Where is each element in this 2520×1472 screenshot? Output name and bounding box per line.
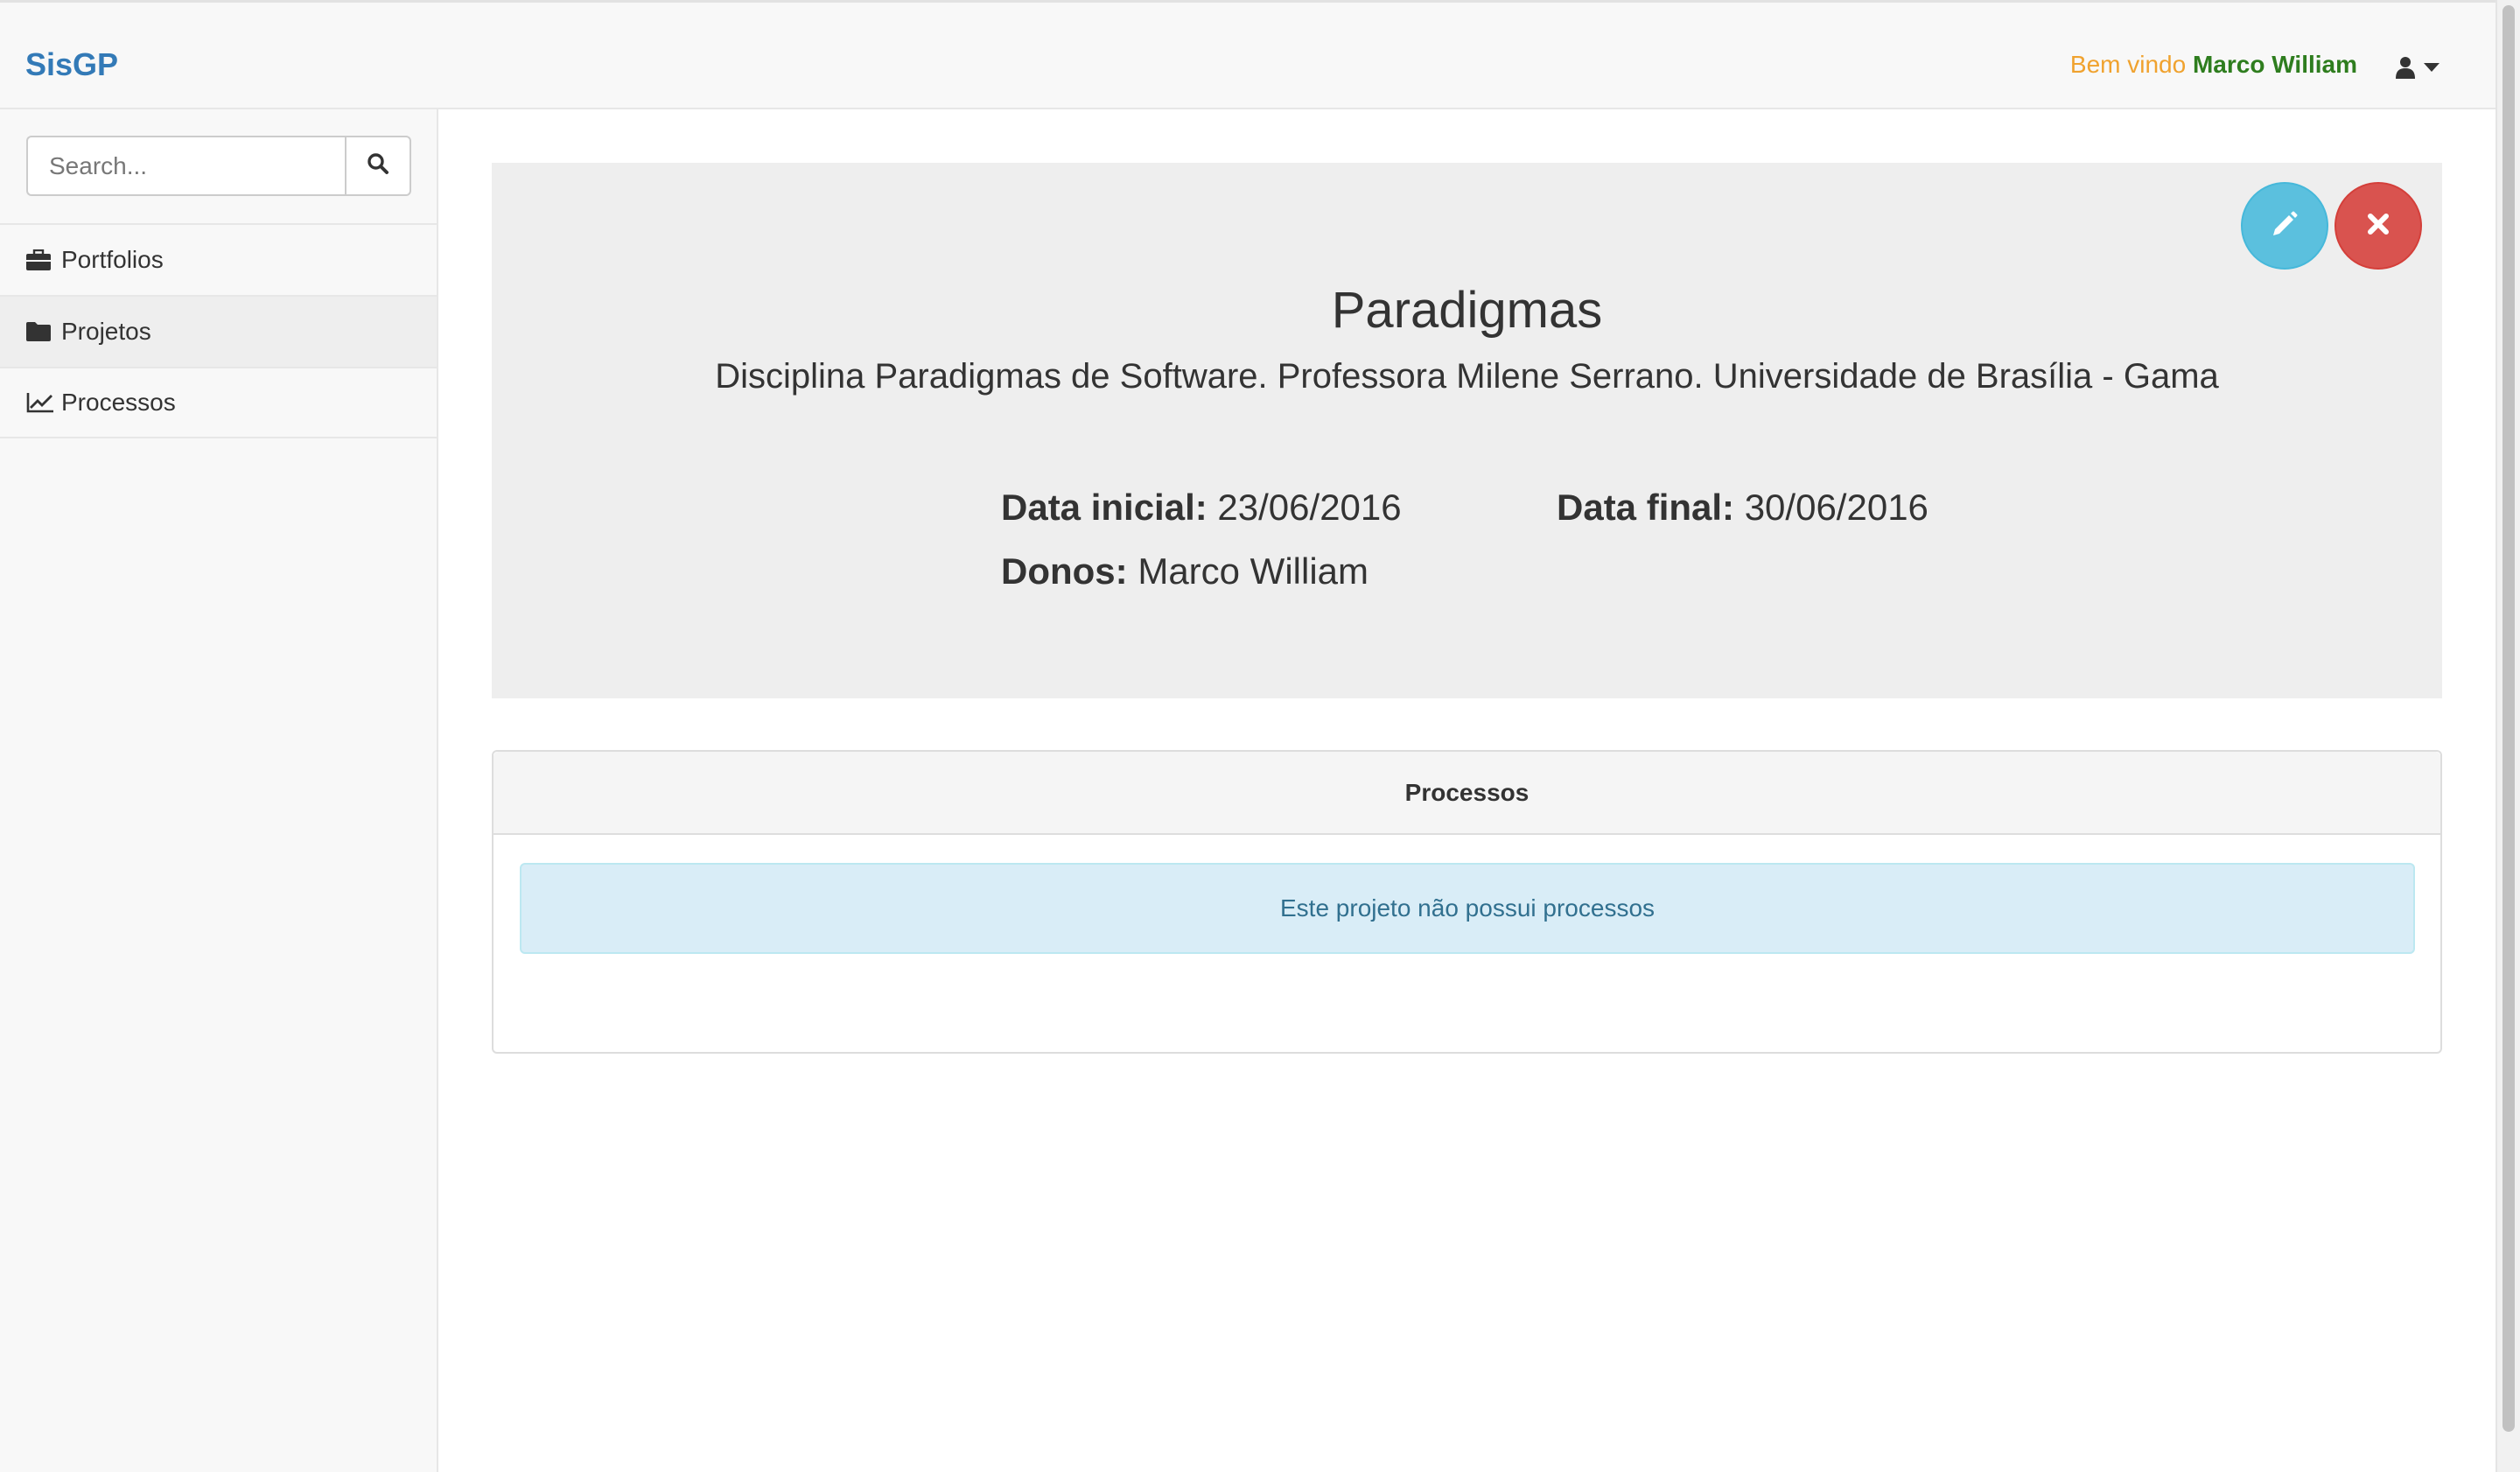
close-icon xyxy=(2366,212,2390,241)
page: SisGP Bem vindo Marco William Search... … xyxy=(0,0,2520,1472)
start-date: Data inicial: 23/06/2016 xyxy=(1001,487,1402,529)
user-icon xyxy=(2396,56,2415,79)
sidebar-item-portfolios[interactable]: Portfolios xyxy=(0,223,437,295)
caret-down-icon xyxy=(2424,63,2440,72)
search-input[interactable] xyxy=(26,136,345,196)
project-details: Paradigmas Disciplina Paradigmas de Soft… xyxy=(492,163,2442,698)
sidebar-item-label: Projetos xyxy=(61,318,151,345)
sidebar-item-label: Portfolios xyxy=(61,246,164,273)
welcome-message: Bem vindo Marco William xyxy=(2070,51,2357,79)
scrollbar-thumb[interactable] xyxy=(2502,5,2515,1432)
user-menu-toggle[interactable] xyxy=(2390,48,2445,87)
user-name: Marco William xyxy=(2192,51,2357,78)
top-navbar: SisGP Bem vindo Marco William xyxy=(0,0,2496,109)
end-date-value: 30/06/2016 xyxy=(1744,487,1928,528)
sidebar-item-label: Processos xyxy=(61,389,176,416)
end-date-label: Data final: xyxy=(1557,487,1735,528)
sidebar: Portfolios Projetos Processos xyxy=(0,109,438,1472)
project-title: Paradigmas xyxy=(1331,282,1603,339)
edit-project-button[interactable] xyxy=(2241,182,2328,270)
page-scrollbar[interactable] xyxy=(2496,0,2520,1472)
owners-value: Marco William xyxy=(1138,550,1368,592)
sidebar-item-projetos[interactable]: Projetos xyxy=(0,295,437,367)
sidebar-item-processos[interactable]: Processos xyxy=(0,367,437,438)
search-icon xyxy=(367,152,389,179)
sidebar-menu: Portfolios Projetos Processos xyxy=(0,223,437,438)
owners: Donos: Marco William xyxy=(1001,550,1368,592)
delete-project-button[interactable] xyxy=(2334,182,2422,270)
pencil-icon xyxy=(2270,209,2300,243)
end-date: Data final: 30/06/2016 xyxy=(1557,487,1928,529)
folder-icon xyxy=(26,320,56,343)
start-date-value: 23/06/2016 xyxy=(1217,487,1402,528)
processes-panel: Processos Este projeto não possui proces… xyxy=(492,750,2442,1054)
briefcase-icon xyxy=(26,249,56,271)
search-button[interactable] xyxy=(345,136,411,196)
start-date-label: Data inicial: xyxy=(1001,487,1208,528)
search-group xyxy=(26,136,411,196)
brand-link[interactable]: SisGP xyxy=(25,46,118,83)
empty-processes-alert: Este projeto não possui processos xyxy=(520,863,2415,954)
processes-panel-heading: Processos xyxy=(494,752,2440,835)
owners-label: Donos: xyxy=(1001,550,1128,592)
project-description: Disciplina Paradigmas de Software. Profe… xyxy=(715,357,2219,396)
line-chart-icon xyxy=(26,391,56,414)
welcome-label: Bem vindo xyxy=(2069,51,2187,78)
